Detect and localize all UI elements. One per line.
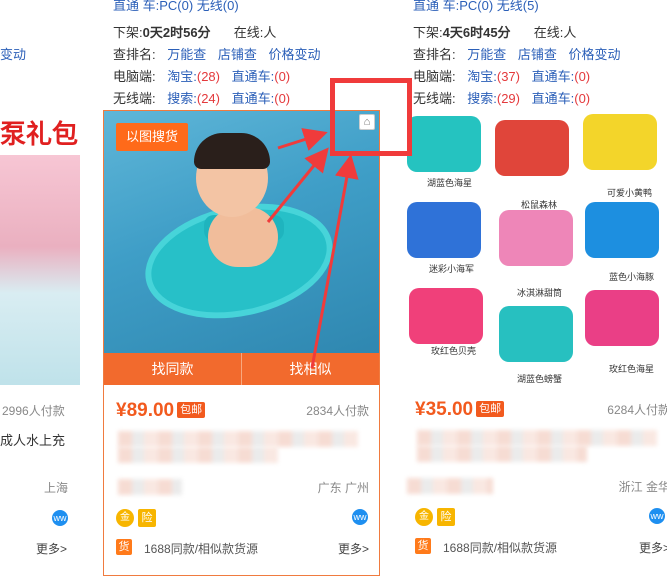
rank-link-universal[interactable]: 万能查: [467, 47, 506, 62]
left-product-photo: [0, 155, 80, 385]
floatie-3: [583, 114, 657, 170]
find-similar-button[interactable]: 找相似: [241, 353, 379, 385]
product-title-blurred-2[interactable]: [118, 447, 278, 463]
more-link[interactable]: 更多>: [639, 539, 667, 556]
rank-link-price-change[interactable]: 价格变动: [269, 47, 321, 62]
floatie-5: [499, 210, 573, 266]
wangwang-icon[interactable]: ww: [52, 510, 68, 526]
left-product-column: 变动 泵礼包 2996人付款 成人水上充 上海 ww 更多>: [0, 0, 96, 576]
floatie-6: [585, 202, 659, 258]
shop-name-blurred[interactable]: [118, 479, 182, 495]
wireless-ztc-link[interactable]: 直通车:: [232, 91, 275, 106]
shop-name-blurred[interactable]: [407, 478, 493, 494]
annotation-highlight-box: [330, 78, 412, 156]
ztc-summary: 直通 车:PC(0) 无线(0): [113, 0, 239, 13]
rank-link-shop[interactable]: 店铺查: [218, 47, 257, 62]
product-title-blurred-2[interactable]: [417, 446, 587, 462]
wireless-search-link[interactable]: 搜索:: [467, 91, 497, 106]
rank-link-universal[interactable]: 万能查: [167, 47, 206, 62]
floatie-9: [585, 290, 659, 346]
pc-stats: 电脑端: 淘宝:(37) 直通车:(0): [413, 69, 591, 84]
source-icon: 货: [415, 538, 431, 554]
rank-links: 查排名: 万能查 店铺查 价格变动: [113, 47, 321, 62]
pc-taobao-link[interactable]: 淘宝:: [467, 69, 497, 84]
floatie-2: [495, 120, 569, 176]
product-title-blurred[interactable]: [417, 430, 657, 446]
price-row: ¥35.00 包邮 6284人付款: [415, 398, 667, 422]
product-card-right: 直通 车:PC(0) 无线(5) 下架:4天6时45分 在线:人 查排名: 万能…: [403, 0, 667, 576]
insurance-icon: 险: [437, 508, 455, 526]
left-banner-text: 泵礼包: [0, 119, 79, 149]
product-title[interactable]: 成人水上充: [0, 430, 65, 449]
listing-info: 下架:0天2时56分 在线:人: [113, 25, 277, 40]
wangwang-icon[interactable]: ww: [352, 509, 368, 525]
floatie-7: [409, 288, 483, 344]
product-image[interactable]: 湖蓝色海星 松鼠森林 可爱小黄鸭 迷彩小海军 冰淇淋甜筒 蓝色小海豚 玫红色贝壳…: [403, 110, 667, 385]
product-frame: 以图搜货 ⌂ 找同款 找相似 ¥89.00 包邮 2834人付款 广东 广州 金 …: [103, 110, 380, 576]
wireless-ztc-link[interactable]: 直通车:: [532, 91, 575, 106]
wireless-search-link[interactable]: 搜索:: [167, 91, 197, 106]
rank-link-price-change[interactable]: 价格变动: [569, 47, 621, 62]
search-by-image-button[interactable]: 以图搜货: [116, 123, 189, 151]
pay-count: 6284人付款: [607, 403, 667, 417]
source-link[interactable]: 1688同款/相似款货源: [443, 539, 557, 556]
floatie-4: [407, 202, 481, 258]
product-frame: 湖蓝色海星 松鼠森林 可爱小黄鸭 迷彩小海军 冰淇淋甜筒 蓝色小海豚 玫红色贝壳…: [403, 110, 667, 576]
floatie-1: [407, 116, 481, 172]
source-icon: 货: [116, 539, 132, 555]
location: 广东 广州: [317, 481, 369, 495]
gold-seller-icon: 金: [116, 509, 134, 527]
pc-taobao-link[interactable]: 淘宝:: [167, 69, 197, 84]
pay-count: 2996人付款: [2, 404, 65, 418]
pc-ztc-link[interactable]: 直通车:: [532, 69, 575, 84]
location: 浙江 金华: [618, 480, 667, 494]
floatie-8: [499, 306, 573, 362]
insurance-icon: 险: [138, 509, 156, 527]
source-link[interactable]: 1688同款/相似款货源: [144, 540, 258, 557]
more-link[interactable]: 更多>: [36, 540, 67, 557]
price: ¥35.00: [415, 399, 474, 420]
rank-links: 查排名: 万能查 店铺查 价格变动: [413, 47, 621, 62]
price: ¥89.00: [116, 400, 175, 421]
find-same-button[interactable]: 找同款: [104, 353, 241, 385]
free-shipping-badge: 包邮: [177, 402, 206, 418]
ztc-summary: 直通 车:PC(0) 无线(5): [413, 0, 539, 13]
baby-body: [208, 207, 278, 267]
listing-info: 下架:4天6时45分 在线:人: [413, 25, 577, 40]
pc-ztc-link[interactable]: 直通车:: [232, 69, 275, 84]
price-row: ¥89.00 包邮 2834人付款: [116, 399, 369, 423]
price-change-link[interactable]: 变动: [0, 45, 96, 65]
baby-hair: [194, 133, 270, 169]
left-product-image[interactable]: 泵礼包: [0, 110, 82, 385]
gold-seller-icon: 金: [415, 508, 433, 526]
pay-count: 2834人付款: [306, 404, 369, 418]
free-shipping-badge: 包邮: [476, 401, 505, 417]
wireless-stats: 无线端: 搜索:(29) 直通车:(0): [413, 91, 591, 106]
location: 上海: [44, 481, 69, 495]
more-link[interactable]: 更多>: [338, 540, 369, 557]
wangwang-icon[interactable]: ww: [649, 508, 665, 524]
product-title-blurred[interactable]: [118, 431, 358, 447]
action-bar: 找同款 找相似: [104, 353, 379, 385]
rank-link-shop[interactable]: 店铺查: [518, 47, 557, 62]
